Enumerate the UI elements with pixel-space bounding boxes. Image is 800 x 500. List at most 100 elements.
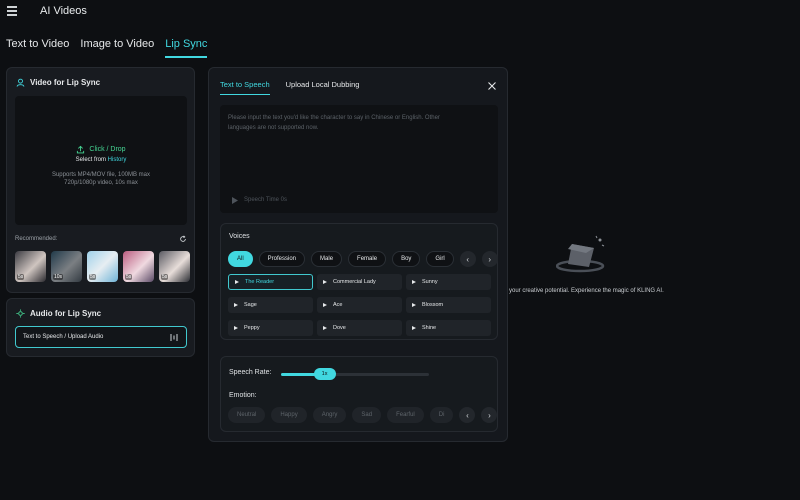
video-panel-title: Video for Lip Sync xyxy=(16,78,100,87)
voice-item[interactable]: Sunny xyxy=(406,274,491,290)
voice-name: Shine xyxy=(422,325,437,331)
voice-name: Ace xyxy=(333,302,343,308)
mode-tabs: Text to Video Image to Video Lip Sync xyxy=(6,38,208,58)
play-icon xyxy=(412,326,416,330)
voice-name: Dove xyxy=(333,325,346,331)
voices-section: Voices All Profession Male Female Boy Gi… xyxy=(220,223,498,340)
speech-settings: Speech Rate: 1x Emotion: Neutral Happy A… xyxy=(220,356,498,432)
recommended-label: Recommended: xyxy=(15,236,58,242)
emotion-chips: Neutral Happy Angry Sad Fearful Di ‹ › xyxy=(228,407,498,423)
duration-badge: 10s xyxy=(53,274,64,280)
voice-item[interactable]: Blossom xyxy=(406,297,491,313)
voice-filter-female[interactable]: Female xyxy=(348,251,387,267)
voice-name: Blossom xyxy=(422,302,444,308)
play-icon xyxy=(412,303,416,307)
voice-item[interactable]: The Reader xyxy=(228,274,313,290)
top-bar: AI Videos xyxy=(0,0,800,24)
speech-time: Speech Time 0s xyxy=(232,195,287,205)
emotion-chip-happy[interactable]: Happy xyxy=(271,407,307,423)
upload-action[interactable]: Click / Drop xyxy=(15,145,187,154)
app-title: AI Videos xyxy=(40,5,87,17)
recommended-video-thumbnail[interactable]: 5s xyxy=(15,251,46,282)
voice-item[interactable]: Ace xyxy=(317,297,402,313)
voice-filter-chips: All Profession Male Female Boy Girl ‹ › xyxy=(228,251,498,267)
voice-item[interactable]: Peppy xyxy=(228,320,313,336)
audio-panel-title-text: Audio for Lip Sync xyxy=(30,309,102,318)
upload-icon xyxy=(77,145,85,154)
upload-requirements: Supports MP4/MOV file, 100MB max 720p/10… xyxy=(15,171,187,187)
tab-image-to-video[interactable]: Image to Video xyxy=(80,38,154,58)
play-icon xyxy=(234,303,238,307)
text-to-speech-dialog: Text to Speech Upload Local Dubbing Plea… xyxy=(208,67,508,442)
duration-badge: 5s xyxy=(125,274,133,280)
empty-state-illustration xyxy=(556,235,605,273)
duration-badge: 5s xyxy=(17,274,25,280)
voice-item[interactable]: Commercial Lady xyxy=(317,274,402,290)
voice-filter-male[interactable]: Male xyxy=(311,251,343,267)
chevron-right-icon[interactable]: › xyxy=(481,251,498,267)
chevron-left-icon[interactable]: ‹ xyxy=(459,251,476,267)
audio-panel: Audio for Lip Sync Text to Speech / Uplo… xyxy=(6,298,195,357)
play-icon xyxy=(412,280,416,284)
upload-label: Click / Drop xyxy=(89,146,126,153)
play-icon xyxy=(323,280,327,284)
voice-name: Peppy xyxy=(244,325,260,331)
tab-upload-local-dubbing[interactable]: Upload Local Dubbing xyxy=(286,80,360,95)
history-link[interactable]: History xyxy=(108,157,127,163)
note-line-2: 720p/1080p video, 10s max xyxy=(64,180,138,186)
video-dropzone[interactable]: Click / Drop Select from History Support… xyxy=(15,96,187,225)
tab-text-to-video[interactable]: Text to Video xyxy=(6,38,69,58)
tab-lip-sync[interactable]: Lip Sync xyxy=(165,38,208,58)
voice-filter-profession[interactable]: Profession xyxy=(258,251,306,267)
voice-list: The Reader Commercial Lady Sunny Sage Ac… xyxy=(228,274,491,340)
audio-panel-title: Audio for Lip Sync xyxy=(16,309,101,318)
chevron-left-icon[interactable]: ‹ xyxy=(459,407,476,423)
select-from-history: Select from History xyxy=(15,157,187,163)
recommended-video-thumbnail[interactable]: 5s xyxy=(159,251,190,282)
audio-sync-icon xyxy=(16,309,25,318)
close-icon[interactable] xyxy=(488,82,496,90)
chevron-right-icon[interactable]: › xyxy=(481,407,498,423)
duration-badge: 5s xyxy=(161,274,169,280)
person-icon xyxy=(16,78,25,87)
recommended-video-thumbnail[interactable]: 5s xyxy=(87,251,118,282)
play-icon[interactable] xyxy=(232,196,238,204)
refresh-icon[interactable] xyxy=(179,235,187,243)
select-prefix: Select from xyxy=(75,157,106,163)
recommended-video-thumbnail[interactable]: 10s xyxy=(51,251,82,282)
emotion-chip-neutral[interactable]: Neutral xyxy=(228,407,266,423)
emotion-chip-partial[interactable]: Di xyxy=(429,407,454,423)
menu-icon[interactable] xyxy=(7,6,17,16)
dialog-tabs: Text to Speech Upload Local Dubbing xyxy=(220,80,359,95)
voice-name: Sunny xyxy=(422,279,438,285)
play-icon xyxy=(234,326,238,330)
play-icon xyxy=(323,326,327,330)
voice-filter-girl[interactable]: Girl xyxy=(426,251,454,267)
speech-rate-slider[interactable]: 1x xyxy=(281,368,429,380)
duration-badge: 5s xyxy=(89,274,97,280)
placeholder-line-1: Please input the text you'd like the cha… xyxy=(228,115,440,121)
voice-name: Sage xyxy=(244,302,257,308)
voice-name: The Reader xyxy=(245,279,275,285)
voice-item[interactable]: Sage xyxy=(228,297,313,313)
recommended-video-thumbnail[interactable]: 5s xyxy=(123,251,154,282)
play-icon xyxy=(235,280,239,284)
video-panel: Video for Lip Sync Click / Drop Select f… xyxy=(6,67,195,293)
text-to-speech-upload-audio-button[interactable]: Text to Speech / Upload Audio xyxy=(15,326,187,348)
emotion-chip-angry[interactable]: Angry xyxy=(312,407,347,423)
audio-button-label: Text to Speech / Upload Audio xyxy=(23,334,104,340)
background-tagline: your creative potential. Experience the … xyxy=(509,288,664,294)
voice-item[interactable]: Shine xyxy=(406,320,491,336)
emotion-chip-sad[interactable]: Sad xyxy=(352,407,382,423)
speech-rate-handle[interactable]: 1x xyxy=(313,368,336,380)
speech-rate-label: Speech Rate: xyxy=(229,369,272,376)
tab-text-to-speech[interactable]: Text to Speech xyxy=(220,80,270,95)
speech-text-input[interactable]: Please input the text you'd like the cha… xyxy=(220,105,498,213)
recommended-thumbnails: 5s 10s 5s 5s 5s xyxy=(15,251,190,282)
voice-filter-boy[interactable]: Boy xyxy=(392,251,421,267)
emotion-chip-fearful[interactable]: Fearful xyxy=(387,407,424,423)
voice-item[interactable]: Dove xyxy=(317,320,402,336)
equalizer-icon xyxy=(170,334,178,341)
play-icon xyxy=(323,303,327,307)
voice-filter-all[interactable]: All xyxy=(228,251,253,267)
